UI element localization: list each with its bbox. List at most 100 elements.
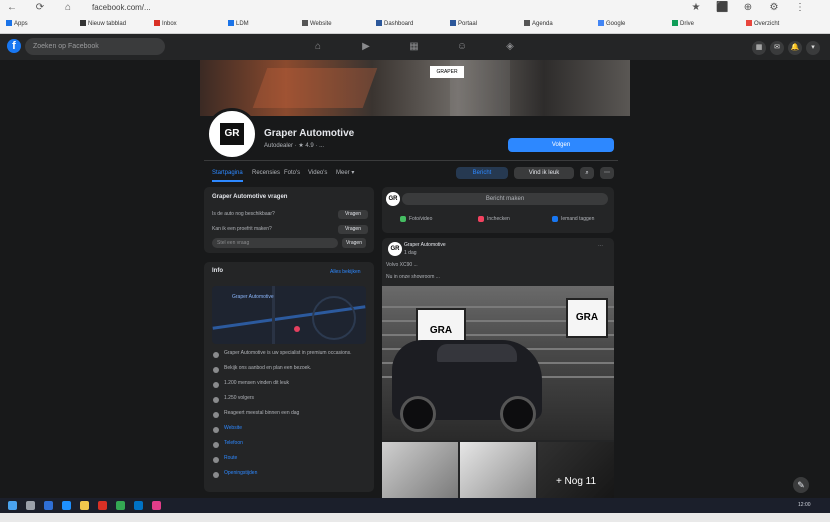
map-pin-icon [294, 326, 300, 332]
bookmark-icon [746, 20, 752, 27]
bookmark-item[interactable]: Dashboard [376, 18, 413, 30]
ask-button[interactable]: Vragen [338, 225, 368, 234]
tag-people-icon [552, 215, 558, 222]
bookmark-label: Dashboard [384, 21, 414, 27]
store-icon[interactable]: ▦ [408, 41, 420, 53]
facebook-logo-icon[interactable]: f [7, 39, 21, 53]
location-map[interactable]: Graper Automotive [212, 286, 366, 344]
address-bar[interactable]: facebook.com/... [92, 2, 612, 14]
tag-people-button[interactable]: Iemand taggen [552, 214, 594, 224]
video-icon[interactable]: ▶ [360, 41, 372, 53]
info-row[interactable]: Website [224, 425, 364, 431]
bookmark-item[interactable]: Drive [672, 18, 694, 30]
extension-icon[interactable]: ⚙ [768, 2, 780, 14]
search-icon[interactable] [26, 501, 35, 510]
info-icon [213, 427, 219, 433]
see-all-link[interactable]: Alles bekijken [330, 269, 361, 275]
page-search-icon[interactable]: ⌕ [580, 167, 594, 179]
more-photos-overlay[interactable]: + Nog 11 [538, 442, 614, 498]
post-photo[interactable] [382, 442, 458, 498]
bookmark-item[interactable]: Nieuw tabblad [80, 18, 126, 30]
like-button[interactable]: Vind ik leuk [514, 167, 574, 179]
back-icon[interactable]: ← [6, 2, 18, 14]
bookmark-item[interactable]: Website [302, 18, 332, 30]
messenger-icon[interactable]: ✉ [770, 41, 784, 55]
tab-1[interactable]: Recensies [252, 166, 280, 180]
question-input[interactable]: Stel een vraag [212, 238, 338, 248]
check-in-button[interactable]: Inchecken [478, 214, 510, 224]
bookmark-icon [672, 20, 678, 27]
explorer-icon[interactable] [80, 501, 89, 510]
facebook-search-input[interactable]: Zoeken op Facebook [25, 38, 165, 55]
bookmark-icon [450, 20, 456, 27]
info-icon [213, 472, 219, 478]
check-in-icon [478, 215, 484, 222]
bookmark-item[interactable]: Portaal [450, 18, 477, 30]
bookmark-icon [598, 20, 604, 27]
info-row[interactable]: Telefoon [224, 440, 364, 446]
outlook-icon[interactable] [134, 501, 143, 510]
home-icon[interactable]: ⌂ [62, 2, 74, 14]
post-text: Volvo XC90 ... [386, 262, 418, 268]
bookmark-item[interactable]: Overzicht [746, 18, 779, 30]
bookmark-item[interactable]: Agenda [524, 18, 553, 30]
bookmark-label: Apps [14, 21, 28, 27]
tab-4[interactable]: Meer ▾ [336, 166, 354, 180]
questions-title: Graper Automotive vragen [212, 194, 288, 200]
bookmark-item[interactable]: Inbox [154, 18, 177, 30]
tab-0[interactable]: Startpagina [212, 166, 243, 182]
cover-photo[interactable] [200, 60, 630, 116]
groups-icon[interactable]: ☺ [456, 41, 468, 53]
info-row[interactable]: Openingstijden [224, 470, 364, 476]
post-time[interactable]: 1 dag [404, 250, 417, 256]
info-row: 1.250 volgers [224, 395, 255, 401]
windows-icon[interactable] [8, 501, 17, 510]
new-message-icon[interactable]: ✎ [793, 477, 809, 493]
action-label: Iemand taggen [561, 216, 595, 222]
photo-video-button[interactable]: Foto/video [400, 214, 432, 224]
bookmark-item[interactable]: Apps [6, 18, 28, 30]
tab-2[interactable]: Foto's [284, 166, 300, 180]
reload-icon[interactable]: ⟳ [34, 2, 46, 14]
account-icon[interactable]: ▾ [806, 41, 820, 55]
acrobat-icon[interactable] [98, 501, 107, 510]
extension-icon[interactable]: ★ [690, 2, 702, 14]
tab-3[interactable]: Video's [308, 166, 327, 180]
post-more-icon[interactable]: ⋯ [598, 243, 603, 249]
bookmark-icon [302, 20, 308, 27]
bookmark-icon [6, 20, 12, 27]
profile-picture[interactable]: GR [206, 108, 258, 160]
extension-icon[interactable]: ⬛ [716, 2, 728, 14]
send-question-button[interactable]: Vragen [342, 238, 366, 248]
ask-button[interactable]: Vragen [338, 210, 368, 219]
bell-icon[interactable]: 🔔 [788, 41, 802, 55]
post-author[interactable]: Graper Automotive [404, 242, 446, 248]
task-view-icon[interactable] [44, 501, 53, 510]
follow-button[interactable]: Volgen [508, 138, 614, 152]
car-window [437, 344, 517, 362]
bookmark-icon [228, 20, 234, 27]
composer-input[interactable]: Bericht maken [402, 193, 608, 205]
post-avatar: GR [388, 242, 402, 256]
menu-icon[interactable]: ▦ [752, 41, 766, 55]
bookmark-item[interactable]: Google [598, 18, 625, 30]
extension-icon[interactable]: ⋮ [794, 2, 806, 14]
page-subtitle: Autodealer · ★ 4.9 · ... [264, 143, 325, 149]
info-row: 1.200 mensen vinden dit leuk [224, 380, 290, 386]
info-row[interactable]: Route [224, 455, 364, 461]
post-photo-main[interactable]: GRA GRA [382, 286, 614, 440]
page-more-icon[interactable]: ⋯ [600, 167, 614, 179]
chrome-icon[interactable] [116, 501, 125, 510]
extension-icon[interactable]: ⊕ [742, 2, 754, 14]
bookmark-icon [376, 20, 382, 27]
message-button[interactable]: Bericht [456, 167, 508, 179]
edge-icon[interactable] [62, 501, 71, 510]
question-text: Kan ik een proefrit maken? [212, 226, 272, 232]
app-icon[interactable] [152, 501, 161, 510]
home-icon[interactable]: ⌂ [312, 41, 324, 53]
gaming-icon[interactable]: ◈ [504, 41, 516, 53]
bookmark-label: Nieuw tabblad [88, 21, 127, 27]
bookmark-label: Portaal [458, 21, 478, 27]
bookmark-item[interactable]: LDM [228, 18, 249, 30]
post-photo[interactable] [460, 442, 536, 498]
